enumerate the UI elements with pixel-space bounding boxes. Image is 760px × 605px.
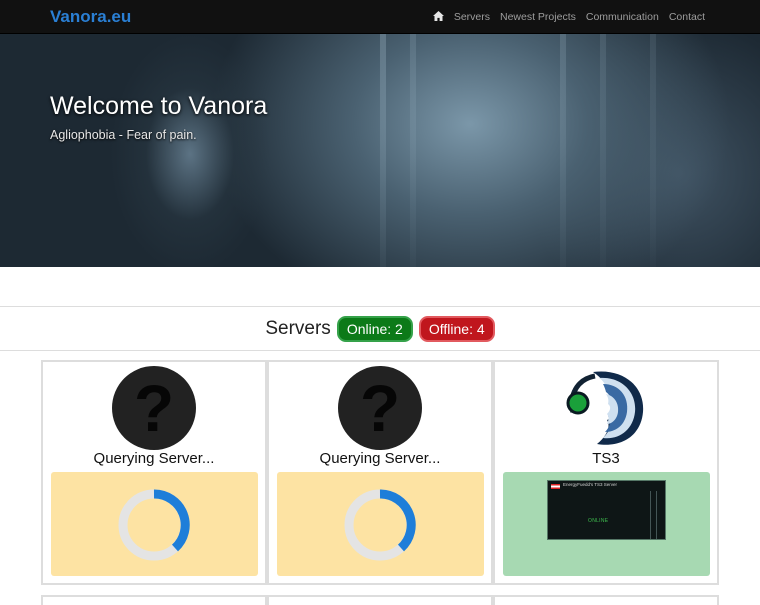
server-status-panel (51, 472, 258, 576)
nav-menu: Servers Newest Projects Communication Co… (432, 0, 705, 34)
austria-flag-icon (551, 484, 560, 489)
loading-spinner-icon (344, 489, 416, 561)
offline-count-badge: Offline: 4 (418, 315, 495, 342)
servers-header: Servers Online: 2 Offline: 4 (0, 306, 760, 351)
server-status-panel (277, 472, 484, 576)
nav-servers[interactable]: Servers (454, 11, 490, 23)
server-icon-wrap (495, 366, 717, 452)
ts3-server-name: EnergyFuedd's TS3 Server (563, 482, 618, 487)
server-status-panel: EnergyFuedd's TS3 Server ONLINE (503, 472, 710, 576)
hero-light-streak (600, 34, 606, 267)
server-title: TS3 (592, 450, 620, 467)
brand-link[interactable]: Vanora.eu (50, 7, 131, 27)
teamspeak-icon (566, 371, 644, 445)
server-card[interactable]: ? Querying Server... (267, 360, 493, 585)
nav-contact[interactable]: Contact (669, 11, 705, 23)
server-icon-wrap: ? (43, 366, 265, 452)
nav-home[interactable] (432, 10, 444, 24)
server-icon-wrap: ? (269, 366, 491, 452)
question-icon: ? (112, 366, 196, 450)
loading-spinner-icon (118, 489, 190, 561)
hero-light-streak (380, 34, 386, 267)
banner-divider (656, 491, 657, 539)
navbar: Vanora.eu Servers Newest Projects Commun… (0, 0, 760, 34)
hero-light-streak (560, 34, 566, 267)
hero-banner: Welcome to Vanora Agliophobia - Fear of … (0, 34, 760, 267)
servers-title: Servers (265, 317, 331, 339)
banner-divider (650, 491, 651, 539)
hero-subtitle: Agliophobia - Fear of pain. (50, 128, 197, 142)
hero-title: Welcome to Vanora (50, 92, 268, 120)
server-card[interactable] (267, 595, 493, 605)
nav-communication[interactable]: Communication (586, 11, 659, 23)
server-card[interactable] (493, 595, 719, 605)
hero-light-streak (650, 34, 656, 267)
ts3-server-status: ONLINE (588, 518, 609, 524)
server-title: Querying Server... (319, 450, 441, 467)
online-count-badge: Online: 2 (336, 315, 413, 342)
server-card[interactable]: TS3 EnergyFuedd's TS3 Server ONLINE (493, 360, 719, 585)
server-card[interactable]: ? Querying Server... (41, 360, 267, 585)
nav-newest-projects[interactable]: Newest Projects (500, 11, 576, 23)
server-card[interactable] (41, 595, 267, 605)
server-title: Querying Server... (93, 450, 215, 467)
ts3-server-banner[interactable]: EnergyFuedd's TS3 Server ONLINE (547, 480, 666, 540)
question-icon: ? (338, 366, 422, 450)
home-icon (432, 10, 444, 21)
hero-light-streak (410, 34, 416, 267)
